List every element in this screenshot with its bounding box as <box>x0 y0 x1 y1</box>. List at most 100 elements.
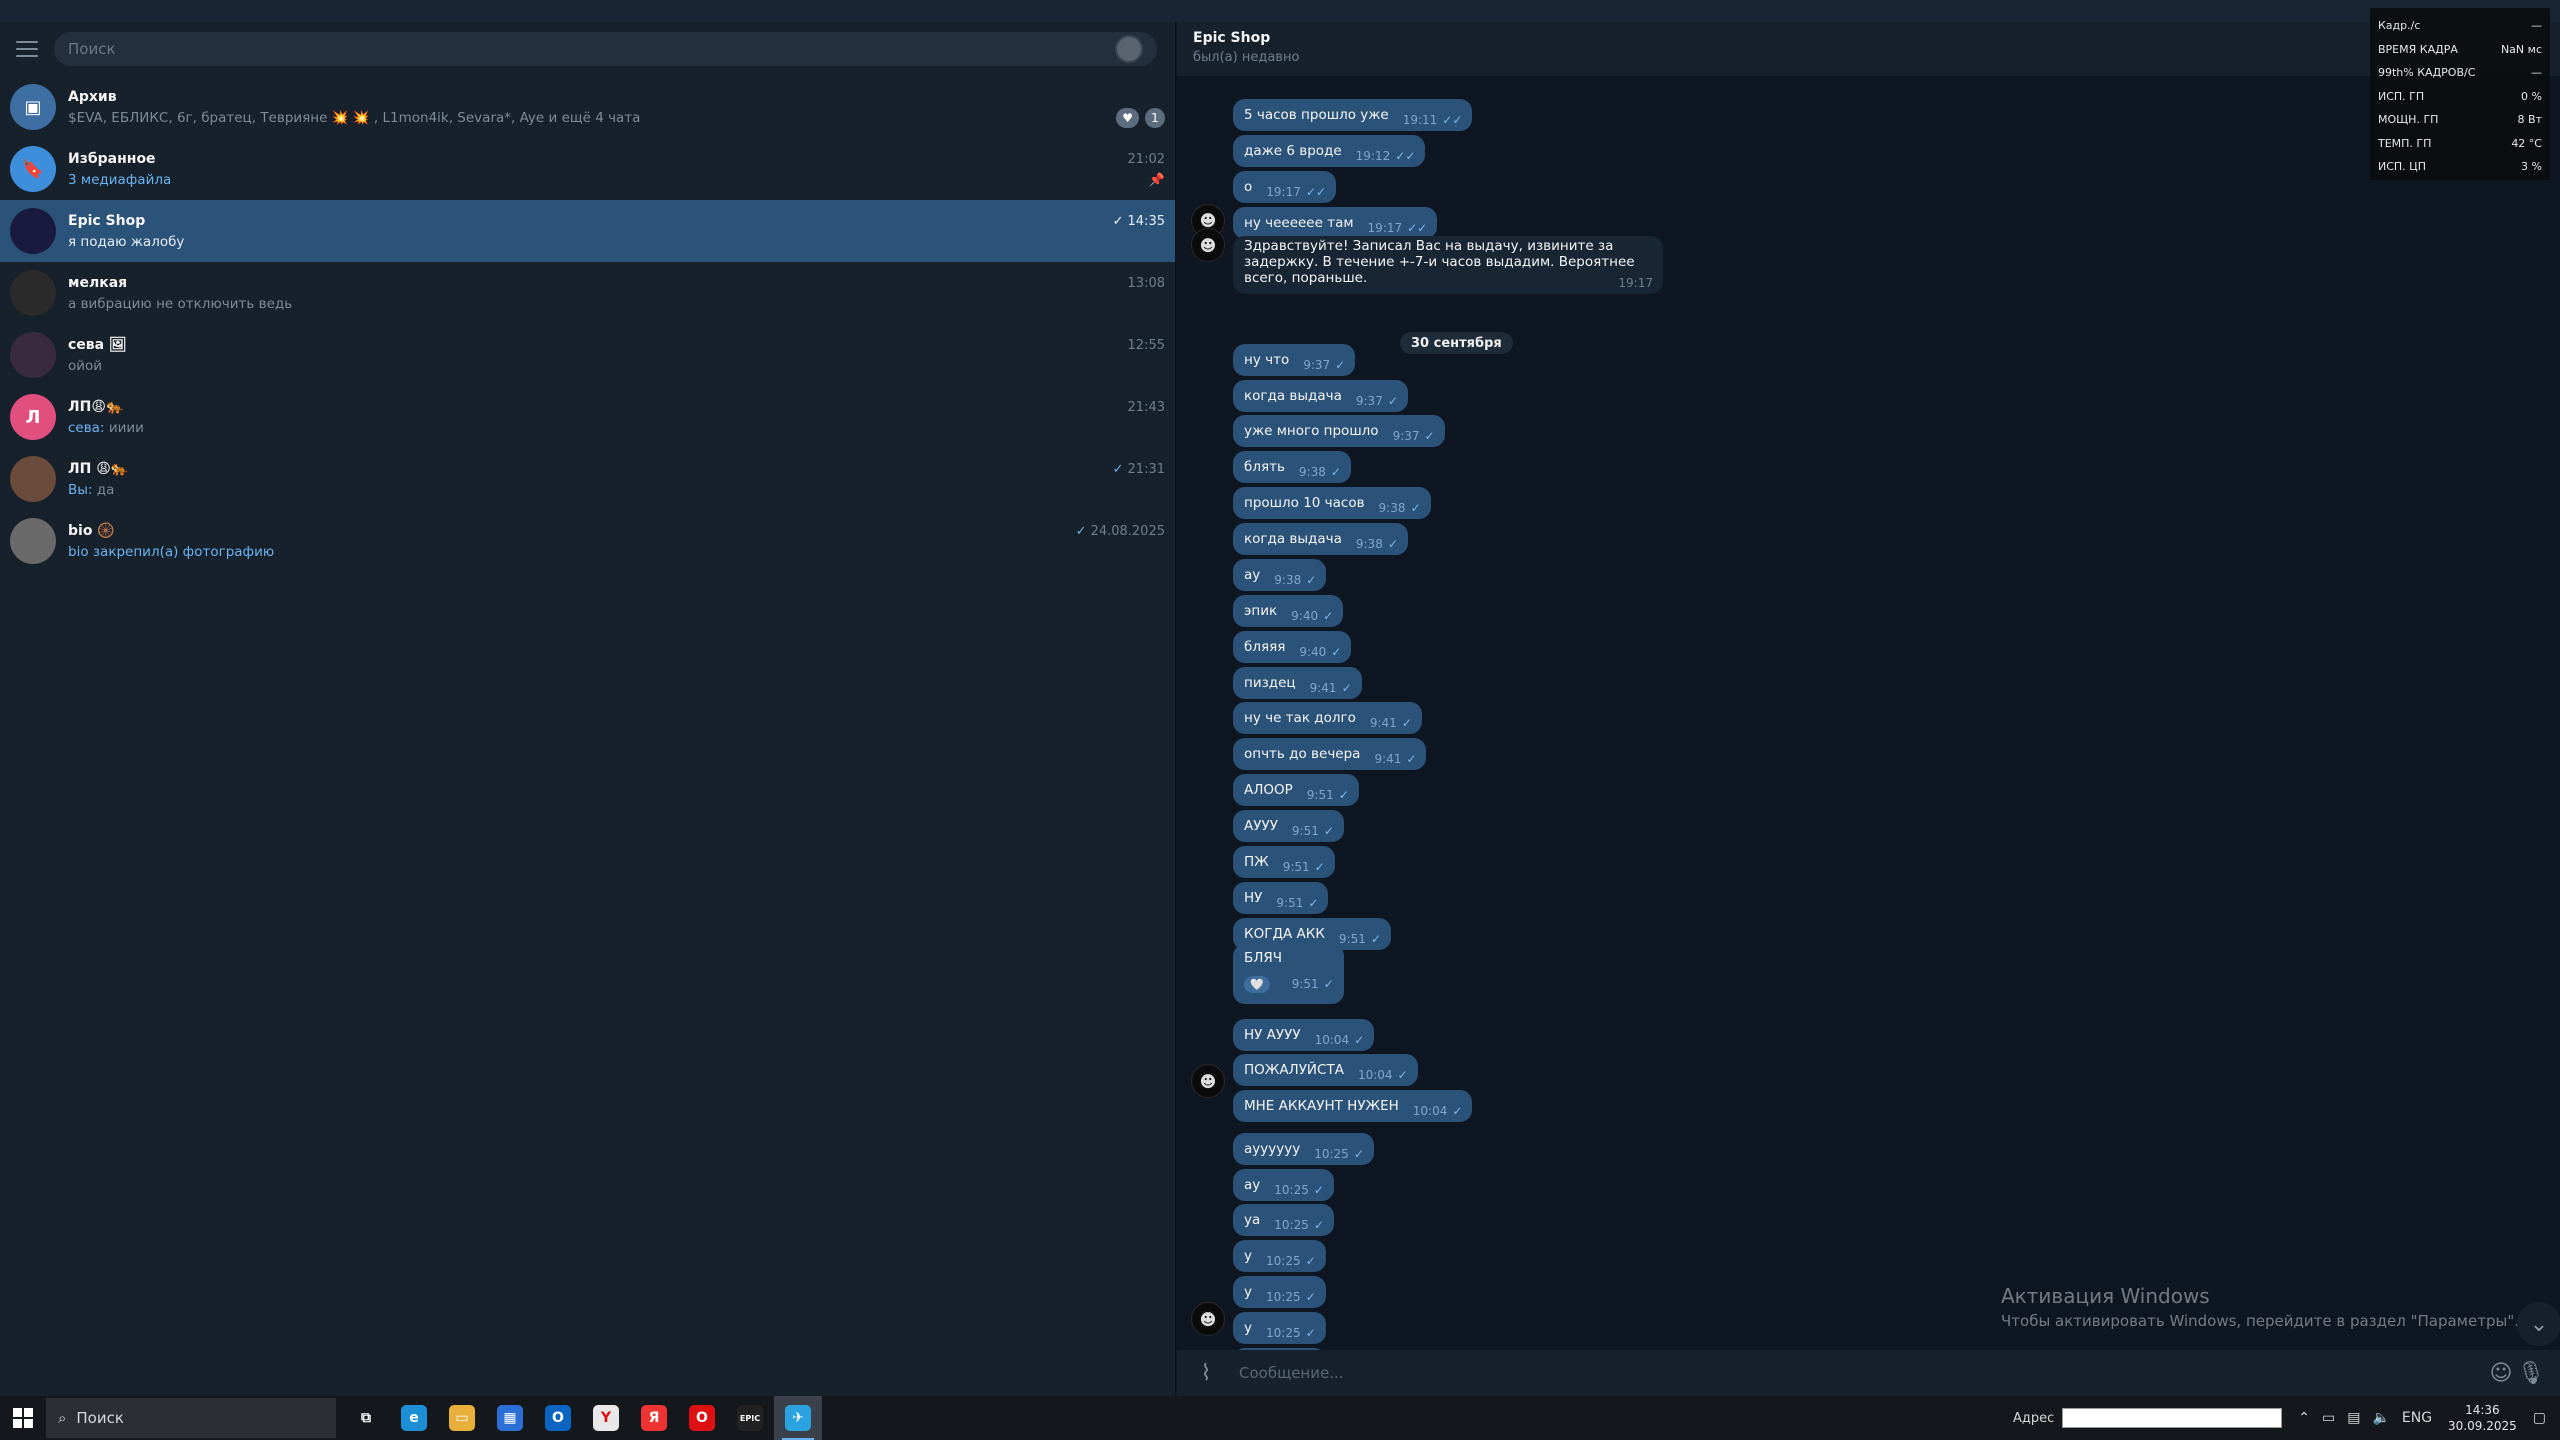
yandex-icon: Я <box>641 1405 667 1431</box>
microphone-icon[interactable]: 🎙 <box>2516 1361 2546 1386</box>
message-outgoing[interactable]: уже много прошло 9:37 ✓ <box>1233 415 1445 448</box>
search-input[interactable] <box>68 40 1105 58</box>
start-button[interactable] <box>0 1396 46 1440</box>
message-time: 10:25 <box>1274 1182 1309 1197</box>
message-outgoing[interactable]: когда выдача 9:38 ✓ <box>1233 523 1408 556</box>
battery-icon[interactable]: ▭ <box>2322 1410 2335 1426</box>
message-outgoing[interactable]: ПЖ 9:51 ✓ <box>1233 845 1335 878</box>
message-outgoing[interactable]: БЛЯЧ 🤍 9:51 ✓ <box>1233 943 1344 1004</box>
message-text: 5 часов прошло уже <box>1244 107 1389 124</box>
chat-row[interactable]: bio 🛞 ✓ 24.08.2025 bio закрепил(а) фотограф… <box>0 510 1175 572</box>
message-outgoing[interactable]: бляяя 9:40 ✓ <box>1233 630 1352 663</box>
chat-row[interactable]: ЛП 😩🐅 ✓ 21:31 Вы: да <box>0 448 1175 510</box>
message-outgoing[interactable]: ауууууу 10:25 ✓ <box>1233 1132 1374 1165</box>
clock[interactable]: 14:36 30.09.2025 <box>2448 1402 2517 1434</box>
message-outgoing[interactable]: уа 10:25 ✓ <box>1233 1204 1334 1237</box>
attach-icon[interactable]: ⌇ <box>1191 1361 1221 1386</box>
chat-row[interactable]: сева 🖼 12:55 ойой <box>0 324 1175 386</box>
scroll-down-button[interactable]: ⌄ <box>2517 1302 2560 1346</box>
message-meta: 9:41 ✓ <box>1370 716 1412 730</box>
yandex-browser-icon: Y <box>593 1405 619 1431</box>
hamburger-menu-icon[interactable] <box>14 38 40 60</box>
search-icon: ⌕ <box>58 1409 67 1427</box>
chat-time-wrap: ✓ 21:31 <box>1113 462 1165 477</box>
message-meta: 9:37 ✓ <box>1393 429 1435 443</box>
chat-row[interactable]: мелкая 13:08 а вибрацию не отключить ведь <box>0 262 1175 324</box>
language-indicator[interactable]: ENG <box>2402 1410 2432 1426</box>
sender-avatar[interactable]: ☻ <box>1191 1064 1225 1098</box>
reaction-chip[interactable]: 🤍 <box>1244 975 1270 993</box>
taskbar-app-opera[interactable]: O <box>678 1396 726 1440</box>
network-icon[interactable]: ▤ <box>2347 1410 2360 1426</box>
double-check-icon: ✓✓ <box>1407 220 1428 235</box>
taskbar-app-yandex-browser[interactable]: Y <box>582 1396 630 1440</box>
message-outgoing[interactable]: ау 10:25 ✓ <box>1233 1168 1334 1201</box>
chat-row[interactable]: Л ЛП😩🐅 21:43 сева: ииии <box>0 386 1175 448</box>
sender-avatar[interactable]: ☻ <box>1191 1302 1225 1336</box>
taskbar-app-outlook[interactable]: O <box>534 1396 582 1440</box>
read-check-icon: ✓ <box>1112 461 1124 477</box>
message-meta: 9:38 ✓ <box>1379 501 1421 515</box>
message-outgoing[interactable]: опчть до вечера 9:41 ✓ <box>1233 738 1427 771</box>
overlay-label: МОЩН. ГП <box>2378 113 2439 127</box>
taskbar-app-telegram[interactable]: ✈ <box>774 1396 822 1440</box>
overlay-value: — <box>2531 19 2542 33</box>
window-title-strip <box>0 0 2560 22</box>
reaction-row: 🤍 9:51 ✓ <box>1244 975 1334 993</box>
message-outgoing[interactable]: АУУУ 9:51 ✓ <box>1233 809 1344 842</box>
message-outgoing[interactable]: ну чеееееe там 19:17 ✓✓ <box>1233 206 1438 239</box>
chat-row[interactable]: 🔖 Избранное 21:02 3 медиафайла 📌 <box>0 138 1175 200</box>
message-outgoing[interactable]: прошло 10 часов 9:38 ✓ <box>1233 487 1431 520</box>
message-text: у <box>1244 1284 1252 1301</box>
chat-row-body: Избранное 21:02 3 медиафайла 📌 <box>68 148 1165 190</box>
message-outgoing[interactable]: блять 9:38 ✓ <box>1233 451 1351 484</box>
volume-icon[interactable]: 🔈 <box>2372 1410 2389 1426</box>
message-outgoing[interactable]: ну что 9:37 ✓ <box>1233 343 1356 376</box>
emoji-icon[interactable]: ☺ <box>2486 1361 2516 1386</box>
message-outgoing[interactable]: НУ АУУУ 10:04 ✓ <box>1233 1018 1375 1051</box>
taskbar-app-explorer[interactable]: ▭ <box>438 1396 486 1440</box>
search-box[interactable] <box>54 32 1157 66</box>
message-outgoing[interactable]: ну че так долго 9:41 ✓ <box>1233 702 1422 735</box>
message-input[interactable] <box>1239 1364 2486 1382</box>
taskbar-search[interactable]: ⌕ Поиск <box>46 1398 336 1438</box>
message-incoming[interactable]: Здравствуйте! Записал Вас на выдачу, изв… <box>1233 236 1663 295</box>
taskbar-app-store[interactable]: ▦ <box>486 1396 534 1440</box>
chat-row[interactable]: ▣ Архив $EVA, ЕБЛИКС, 6г, братец, Теврияне… <box>0 76 1175 138</box>
message-time: 19:11 <box>1402 113 1438 128</box>
preview-text: 3 медиафайла <box>68 172 172 188</box>
message-outgoing[interactable]: ПОЖАЛУЙСТА 10:04 ✓ <box>1233 1054 1418 1087</box>
notifications-icon[interactable]: ▢ <box>2533 1410 2546 1426</box>
message-outgoing[interactable]: когда выдача 9:37 ✓ <box>1233 379 1408 412</box>
message-text: о <box>1244 178 1253 195</box>
chat-header[interactable]: Epic Shop был(а) недавно <box>1177 22 2560 76</box>
message-outgoing[interactable]: эпик 9:40 ✓ <box>1233 594 1344 627</box>
message-outgoing[interactable]: АЛООР 9:51 ✓ <box>1233 774 1359 807</box>
chat-list-sidebar: ▣ Архив $EVA, ЕБЛИКС, 6г, братец, Теврияне… <box>0 22 1176 1396</box>
message-meta: 10:25 ✓ <box>1314 1147 1364 1161</box>
message-outgoing[interactable]: у 10:25 ✓ <box>1233 1240 1326 1273</box>
taskbar-app-epic-games[interactable]: EPIC <box>726 1396 774 1440</box>
overlay-value: 0 % <box>2521 89 2542 103</box>
chat-row[interactable]: Epic Shop ✓ 14:35 я подаю жалобу <box>0 200 1175 262</box>
message-outgoing[interactable]: МНЕ АККАУНТ НУЖЕН 10:04 ✓ <box>1233 1090 1473 1123</box>
address-input[interactable] <box>2062 1408 2283 1428</box>
check-icon: ✓ <box>1305 1290 1316 1305</box>
taskbar-app-yandex[interactable]: Я <box>630 1396 678 1440</box>
message-outgoing[interactable]: 5 часов прошло уже 19:11 ✓✓ <box>1233 99 1473 132</box>
stories-avatar[interactable] <box>1115 35 1143 63</box>
chat-row-body: ЛП 😩🐅 ✓ 21:31 Вы: да <box>68 458 1165 500</box>
sender-avatar[interactable]: ☻ <box>1191 228 1225 262</box>
message-outgoing[interactable]: даже 6 вроде 19:12 ✓✓ <box>1233 135 1426 168</box>
taskbar-app-edge[interactable]: e <box>390 1396 438 1440</box>
message-outgoing[interactable]: пиздец 9:41 ✓ <box>1233 666 1362 699</box>
message-outgoing[interactable]: о 19:17 ✓✓ <box>1233 170 1336 203</box>
chat-name: Избранное <box>68 151 156 167</box>
message-outgoing[interactable]: у 10:25 ✓ <box>1233 1276 1326 1309</box>
message-outgoing[interactable]: у 10:25 ✓ <box>1233 1311 1326 1344</box>
taskbar-app-task-view[interactable]: ⧉ <box>342 1396 390 1440</box>
windows-logo-icon <box>13 1408 33 1428</box>
message-outgoing[interactable]: ау 9:38 ✓ <box>1233 558 1327 591</box>
message-outgoing[interactable]: НУ 9:51 ✓ <box>1233 881 1329 914</box>
chevron-up-icon[interactable]: ⌃ <box>2298 1410 2310 1426</box>
